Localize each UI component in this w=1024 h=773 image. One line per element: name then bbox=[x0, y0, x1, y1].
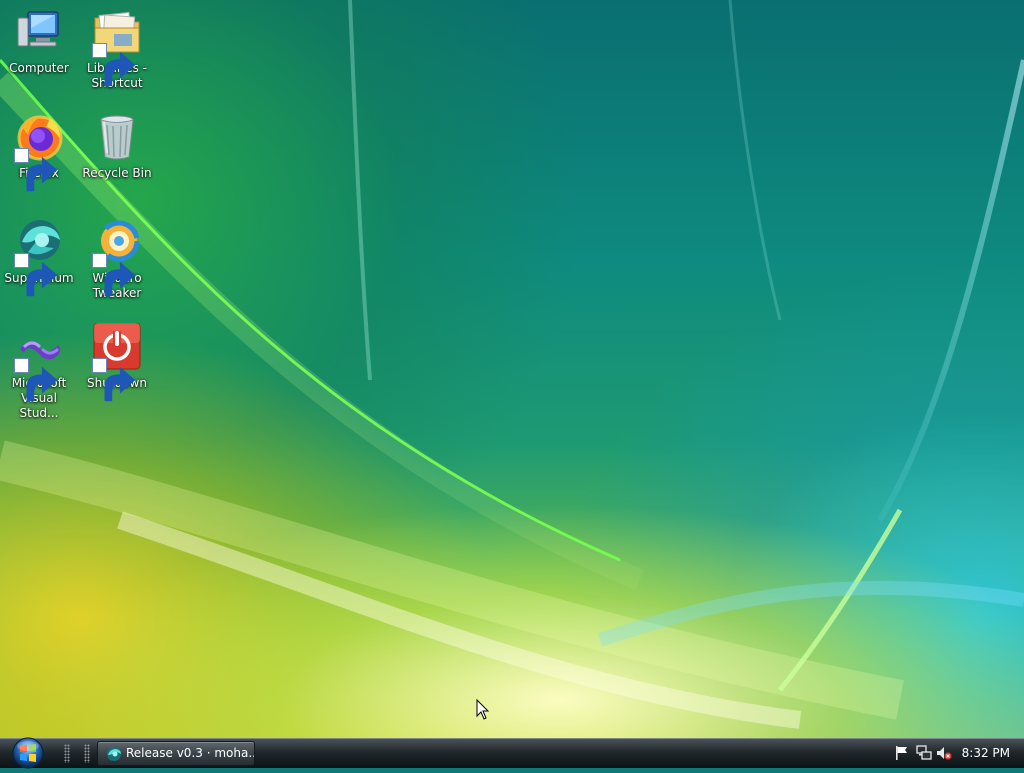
shutdown-icon bbox=[92, 323, 142, 402]
shortcut-arrow-icon bbox=[92, 358, 136, 402]
supermium-icon bbox=[107, 747, 121, 761]
recycle-bin-icon bbox=[92, 113, 142, 163]
action-center-flag-icon[interactable] bbox=[894, 745, 910, 761]
desktop-icon-supermium[interactable]: Supermium bbox=[0, 218, 78, 297]
notification-area: 8:32 PM bbox=[894, 739, 1024, 768]
shortcut-arrow-icon bbox=[92, 43, 136, 87]
desktop-icon-computer[interactable]: Computer bbox=[0, 8, 78, 76]
taskbar: Release v0.3 · moha... 8:32 PM bbox=[0, 737, 1024, 769]
desktop-icon-firefox[interactable]: Firefox bbox=[0, 113, 78, 192]
libraries-folder-icon bbox=[92, 8, 142, 87]
taskbar-clock[interactable]: 8:32 PM bbox=[962, 739, 1010, 768]
computer-icon bbox=[14, 8, 64, 58]
visual-studio-icon bbox=[14, 323, 64, 402]
mouse-cursor-icon bbox=[476, 699, 490, 720]
shortcut-arrow-icon bbox=[14, 253, 58, 297]
supermium-icon bbox=[14, 218, 64, 297]
taskbar-button-release-window[interactable]: Release v0.3 · moha... bbox=[97, 741, 255, 766]
shortcut-arrow-icon bbox=[92, 253, 136, 297]
desktop-icon-recycle-bin[interactable]: Recycle Bin bbox=[78, 113, 156, 181]
firefox-icon bbox=[14, 113, 64, 192]
quick-launch-grip[interactable] bbox=[64, 744, 70, 763]
volume-muted-icon[interactable] bbox=[936, 745, 952, 761]
network-icon[interactable] bbox=[916, 745, 932, 761]
taskbar-grip[interactable] bbox=[84, 744, 90, 763]
start-button[interactable] bbox=[7, 737, 49, 769]
start-orb-icon bbox=[12, 737, 44, 769]
desktop-icon-visual-studio[interactable]: Microsoft Visual Stud... bbox=[0, 323, 78, 421]
desktop-icon-label: Computer bbox=[9, 61, 69, 75]
desktop-icon-libraries-shortcut[interactable]: Libraries - Shortcut bbox=[78, 8, 156, 91]
taskbar-button-label: Release v0.3 · moha... bbox=[126, 746, 255, 760]
desktop-icon-winaero-tweaker[interactable]: Winaero Tweaker bbox=[78, 218, 156, 301]
winaero-tweaker-icon bbox=[92, 218, 142, 297]
shortcut-arrow-icon bbox=[14, 358, 58, 402]
desktop-icon-label: Recycle Bin bbox=[82, 166, 152, 180]
desktop-icon-shutdown[interactable]: Shutdown bbox=[78, 323, 156, 402]
shortcut-arrow-icon bbox=[14, 148, 58, 192]
